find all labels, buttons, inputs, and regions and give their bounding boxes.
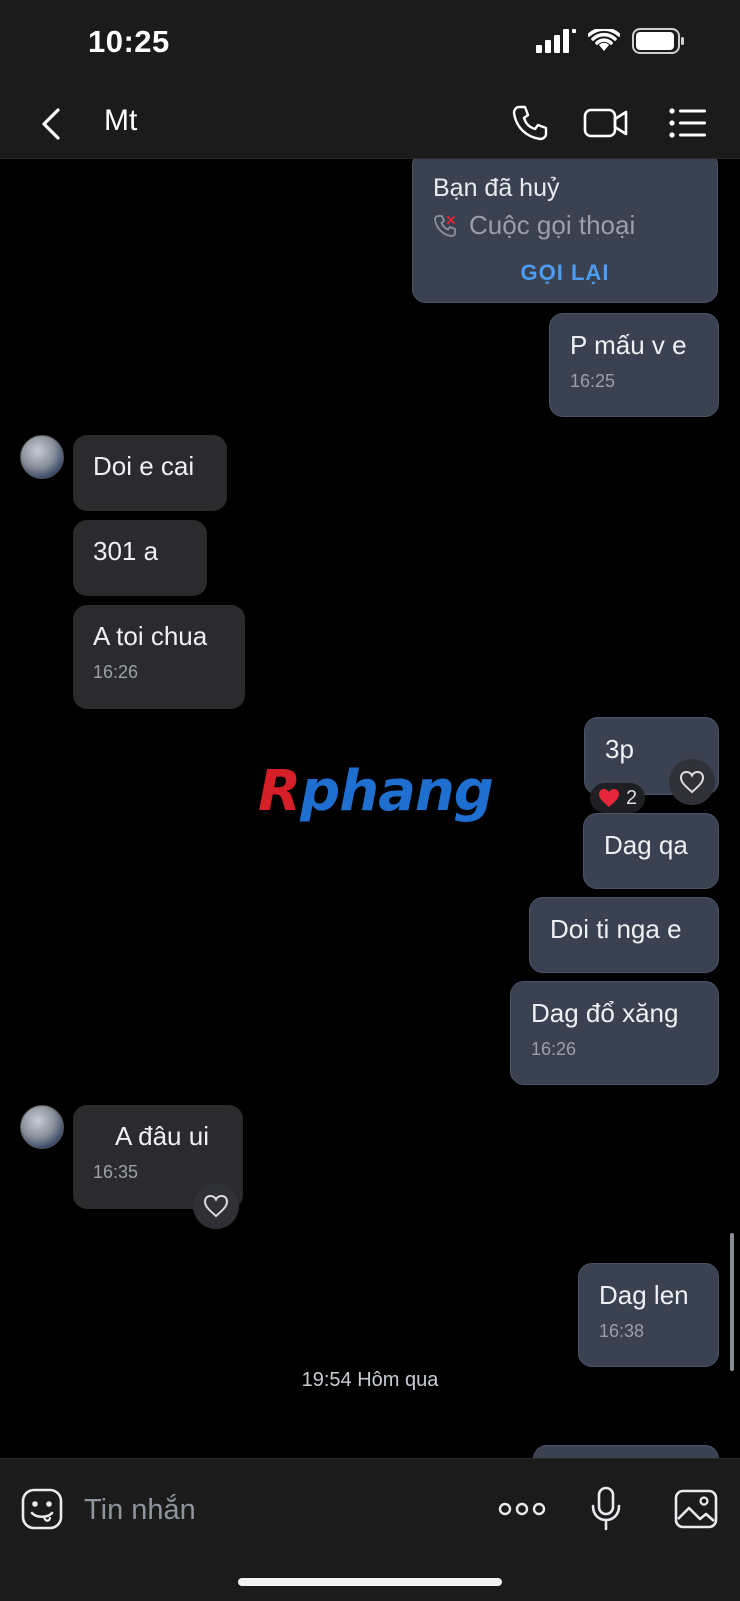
watermark-logo: Rphang: [258, 759, 494, 824]
call-event-subtitle: Cuộc gọi thoại: [469, 210, 636, 240]
message-text: A đâu ui: [115, 1121, 209, 1151]
message-bubble[interactable]: Dag đổ xăng 16:26: [510, 981, 719, 1085]
more-icon: [498, 1502, 546, 1516]
signal-icon: [536, 29, 576, 53]
message-time: 16:25: [570, 371, 616, 391]
back-icon: [42, 108, 60, 140]
message-time: 16:38: [599, 1321, 645, 1341]
back-button[interactable]: [30, 102, 74, 146]
chat-header: Mt: [0, 88, 740, 159]
call-back-button[interactable]: GỌI LẠI: [413, 260, 717, 286]
contact-name[interactable]: Mt: [104, 104, 137, 138]
avatar[interactable]: [20, 435, 64, 479]
video-icon: [583, 108, 628, 138]
video-call-button[interactable]: [580, 98, 632, 148]
image-picker-button[interactable]: [672, 1479, 720, 1539]
chat-options-button[interactable]: [662, 98, 714, 148]
scrollbar[interactable]: [730, 1233, 734, 1371]
message-bubble[interactable]: Dag qa: [583, 813, 719, 889]
reaction-badge[interactable]: 2: [590, 783, 646, 813]
message-time: 16:26: [93, 662, 139, 682]
more-options-button[interactable]: [496, 1479, 548, 1539]
phone-icon: [512, 105, 548, 141]
home-indicator[interactable]: [238, 1578, 502, 1586]
message-text: Dag qa: [604, 830, 688, 860]
heart-icon: [599, 789, 619, 807]
mic-icon: [591, 1486, 621, 1531]
message-bubble[interactable]: Doi ti nga e: [529, 897, 719, 973]
message-input[interactable]: [82, 1483, 466, 1537]
message-list[interactable]: Bạn đã huỷ Cuộc gọi thoại GỌI LẠI P mấu …: [0, 159, 740, 1458]
status-time: 10:25: [88, 24, 170, 59]
menu-icon: [669, 108, 706, 138]
message-text: 3p: [605, 734, 634, 764]
emoji-icon: [21, 1488, 63, 1530]
react-button[interactable]: [669, 759, 715, 805]
message-text: 301 a: [93, 536, 159, 566]
message-time: 16:35: [93, 1162, 139, 1182]
voice-call-button[interactable]: [504, 98, 556, 148]
reaction-count: 2: [626, 786, 638, 809]
message-bubble[interactable]: 301 a: [73, 520, 207, 596]
emoji-button[interactable]: [18, 1479, 66, 1539]
message-bubble[interactable]: Doi e cai: [73, 435, 227, 511]
status-icons: [536, 28, 686, 54]
image-icon: [674, 1489, 718, 1529]
react-button[interactable]: [193, 1183, 239, 1229]
call-event-subtitle-row: Cuộc gọi thoại: [433, 210, 635, 241]
message-bubble-partial[interactable]: [533, 1445, 719, 1458]
message-bubble[interactable]: Dag len 16:38: [578, 1263, 719, 1367]
avatar[interactable]: [20, 1105, 64, 1149]
battery-icon: [632, 28, 684, 54]
heart-outline-icon: [679, 770, 705, 794]
message-text: Doi e cai: [93, 451, 195, 481]
message-text: Doi ti nga e: [550, 914, 682, 944]
message-bubble[interactable]: A toi chua 16:26: [73, 605, 245, 709]
message-bubble[interactable]: P mấu v e 16:25: [549, 313, 719, 417]
message-text: Dag đổ xăng: [531, 998, 679, 1028]
voice-record-button[interactable]: [586, 1479, 626, 1539]
message-text: Dag len: [599, 1280, 689, 1310]
message-time: 16:26: [531, 1039, 577, 1059]
call-event-title: Bạn đã huỷ: [433, 174, 560, 202]
message-text: P mấu v e: [570, 330, 687, 360]
missed-call-icon: [434, 214, 456, 237]
date-separator: 19:54 Hôm qua: [301, 1369, 439, 1391]
message-text: A toi chua: [93, 621, 208, 651]
wifi-icon: [588, 29, 620, 51]
heart-outline-icon: [203, 1194, 229, 1218]
call-event-card: Bạn đã huỷ Cuộc gọi thoại GỌI LẠI: [412, 159, 718, 303]
status-bar: 10:25: [0, 0, 740, 88]
